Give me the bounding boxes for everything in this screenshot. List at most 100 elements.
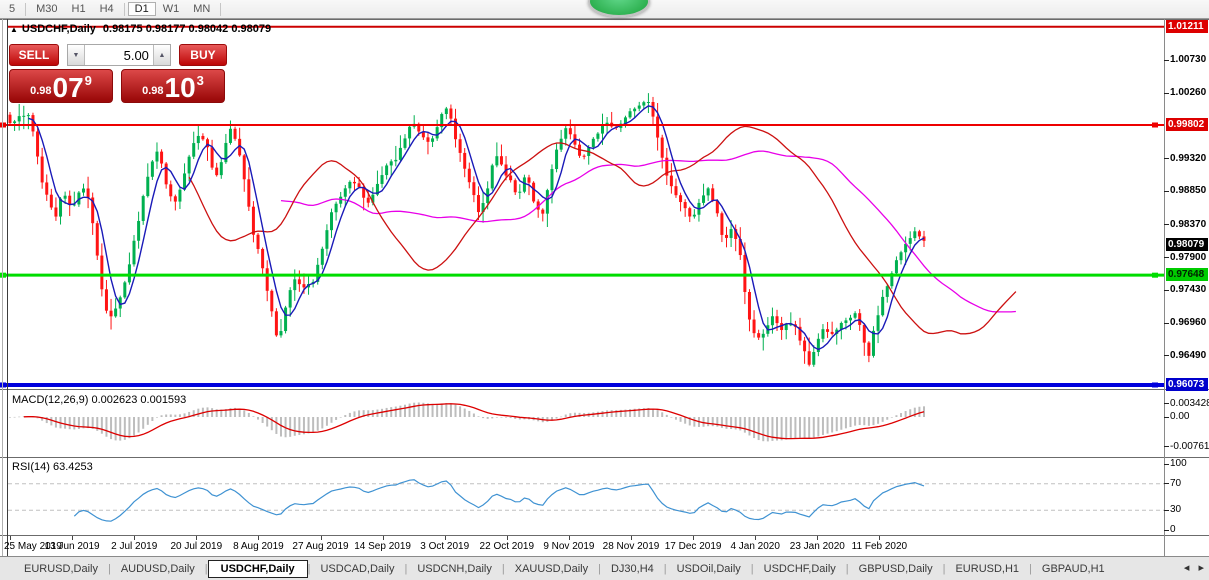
buy-price-display[interactable]: 0.98 10 3: [121, 69, 225, 103]
sell-button[interactable]: SELL: [9, 44, 59, 66]
macd-axis-label: 0.003428: [1170, 398, 1209, 409]
macd-tick-dash: [1164, 417, 1169, 418]
price-tick-label: 1.00730: [1170, 54, 1206, 65]
buy-price-prefix: 0.98: [142, 85, 163, 97]
date-label: 11 Feb 2020: [852, 541, 907, 552]
price-tick-dash: [1164, 224, 1169, 225]
sell-price-pip: 9: [85, 73, 92, 88]
price-line-box[interactable]: 1.01211: [1166, 20, 1208, 33]
date-label: 22 Oct 2019: [480, 541, 534, 552]
price-tick-dash: [1164, 323, 1169, 324]
chart-tabs-bar: EURUSD,Daily|AUDUSD,Daily|USDCHF,Daily|U…: [0, 556, 1209, 580]
date-label: 28 Nov 2019: [603, 541, 660, 552]
date-tick: [321, 536, 322, 540]
sell-price-prefix: 0.98: [30, 85, 51, 97]
volume-decrease-button[interactable]: ▼: [68, 45, 85, 65]
chart-header: ▲ USDCHF,Daily 0.98175 0.98177 0.98042 0.9…: [10, 23, 271, 35]
macd-axis-label: 0.00: [1170, 411, 1189, 422]
tab-usdchf-daily[interactable]: USDCHF,Daily: [754, 561, 846, 577]
date-tick: [445, 536, 446, 540]
date-label: 4 Jan 2020: [730, 541, 780, 552]
sell-price-big: 07: [53, 75, 84, 101]
tab-usdcnh-daily[interactable]: USDCNH,Daily: [407, 561, 502, 577]
price-tick-label: 0.96960: [1170, 317, 1206, 328]
date-label: 3 Oct 2019: [420, 541, 469, 552]
date-tick: [631, 536, 632, 540]
rsi-axis-label: 70: [1170, 478, 1181, 489]
date-tick: [693, 536, 694, 540]
date-label: 17 Dec 2019: [665, 541, 722, 552]
tab-gbpusd-daily[interactable]: GBPUSD,Daily: [849, 561, 943, 577]
price-tick-dash: [1164, 257, 1169, 258]
date-label: 20 Jul 2019: [170, 541, 222, 552]
date-tick: [569, 536, 570, 540]
date-label: 2 Jul 2019: [111, 541, 157, 552]
buy-price-big: 10: [165, 75, 196, 101]
price-line-box[interactable]: 0.96073: [1166, 378, 1208, 391]
mt4-window: 5M30H1H4D1W1MN ▲USDCHF,Daily0.98175 0.98…: [0, 0, 1209, 580]
tab-scroll-left-icon[interactable]: ◂: [1184, 562, 1190, 574]
buy-price-pip: 3: [197, 73, 204, 88]
date-label: 9 Nov 2019: [543, 541, 594, 552]
date-tick: [879, 536, 880, 540]
price-tick-label: 0.96490: [1170, 350, 1206, 361]
price-tick-label: 1.00260: [1170, 87, 1206, 98]
price-tick-dash: [1164, 355, 1169, 356]
date-label: 8 Aug 2019: [233, 541, 284, 552]
tab-usdchf-daily[interactable]: USDCHF,Daily: [208, 560, 308, 578]
price-tick-label: 0.99320: [1170, 153, 1206, 164]
macd-axis-label: -0.007615: [1170, 441, 1209, 452]
tab-eurusd-daily[interactable]: EURUSD,Daily: [14, 561, 108, 577]
date-tick: [755, 536, 756, 540]
volume-increase-button[interactable]: ▲: [153, 45, 170, 65]
date-tick: [383, 536, 384, 540]
buy-button[interactable]: BUY: [179, 44, 227, 66]
date-tick: [817, 536, 818, 540]
macd-tick-dash: [1164, 403, 1169, 404]
volume-input[interactable]: [85, 45, 153, 65]
date-tick: [258, 536, 259, 540]
tab-eurusd-h1[interactable]: EURUSD,H1: [945, 561, 1029, 577]
price-line-box[interactable]: 0.98079: [1166, 238, 1208, 251]
rsi-tick-dash: [1164, 483, 1169, 484]
date-tick: [134, 536, 135, 540]
price-tick-label: 0.97900: [1170, 252, 1206, 263]
date-label: 14 Sep 2019: [354, 541, 411, 552]
price-tick-label: 0.97430: [1170, 284, 1206, 295]
date-label: 23 Jan 2020: [790, 541, 845, 552]
macd-label: MACD(12,26,9) 0.002623 0.001593: [12, 394, 186, 406]
tab-scroll-right-icon[interactable]: ▸: [1198, 562, 1204, 574]
price-tick-dash: [1164, 158, 1169, 159]
tab-dj30-h4[interactable]: DJ30,H4: [601, 561, 664, 577]
tab-gbpaud-h1[interactable]: GBPAUD,H1: [1032, 561, 1115, 577]
rsi-axis-label: 100: [1170, 458, 1187, 469]
price-tick-dash: [1164, 290, 1169, 291]
price-tick-dash: [1164, 191, 1169, 192]
tab-usdoil-daily[interactable]: USDOil,Daily: [667, 561, 751, 577]
price-line-box[interactable]: 0.99802: [1166, 118, 1208, 131]
date-label: 27 Aug 2019: [292, 541, 348, 552]
price-tick-dash: [1164, 60, 1169, 61]
price-line-box[interactable]: 0.97648: [1166, 268, 1208, 281]
date-tick: [507, 536, 508, 540]
collapse-icon[interactable]: ▲: [10, 25, 18, 34]
one-click-trade-panel: SELL ▼ ▲ BUY 0.98 07 9 0.98 10 3: [9, 44, 227, 103]
tab-usdcad-daily[interactable]: USDCAD,Daily: [310, 561, 404, 577]
rsi-tick-dash: [1164, 510, 1169, 511]
macd-tick-dash: [1164, 446, 1169, 447]
date-label: 13 Jun 2019: [45, 541, 100, 552]
rsi-tick-dash: [1164, 464, 1169, 465]
tab-audusd-daily[interactable]: AUDUSD,Daily: [111, 561, 205, 577]
price-tick-label: 0.98370: [1170, 219, 1206, 230]
sell-price-display[interactable]: 0.98 07 9: [9, 69, 113, 103]
volume-stepper: ▼ ▲: [67, 44, 171, 66]
rsi-tick-dash: [1164, 530, 1169, 531]
ohlc-values: 0.98175 0.98177 0.98042 0.98079: [103, 23, 271, 35]
price-tick-dash: [1164, 93, 1169, 94]
tab-xauusd-daily[interactable]: XAUUSD,Daily: [505, 561, 598, 577]
rsi-label: RSI(14) 63.4253: [12, 461, 93, 473]
date-tick: [72, 536, 73, 540]
symbol-title: USDCHF,Daily: [22, 23, 96, 35]
rsi-axis-label: 0: [1170, 524, 1176, 535]
rsi-axis-label: 30: [1170, 504, 1181, 515]
